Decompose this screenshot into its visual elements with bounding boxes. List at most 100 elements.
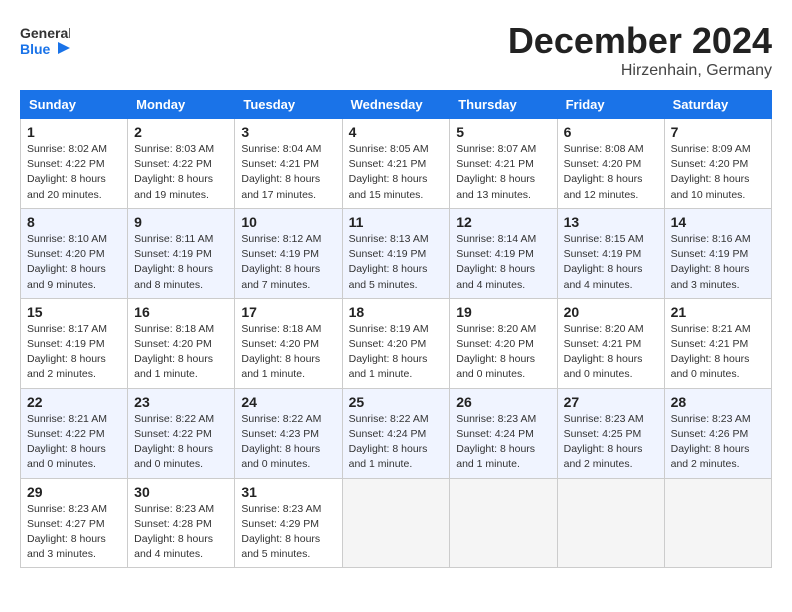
weekday-header-friday: Friday (557, 91, 664, 119)
day-number: 20 (564, 304, 658, 320)
logo: General Blue (20, 20, 70, 65)
day-number: 13 (564, 214, 658, 230)
calendar-cell: 20 Sunrise: 8:20 AM Sunset: 4:21 PM Dayli… (557, 298, 664, 388)
calendar-cell: 9 Sunrise: 8:11 AM Sunset: 4:19 PM Daylig… (128, 208, 235, 298)
day-number: 19 (456, 304, 550, 320)
svg-text:Blue: Blue (20, 41, 51, 57)
weekday-header-wednesday: Wednesday (342, 91, 450, 119)
day-info: Sunrise: 8:23 AM Sunset: 4:25 PM Dayligh… (564, 412, 658, 473)
day-number: 18 (349, 304, 444, 320)
calendar-cell: 19Sunrise: 8:20 AM Sunset: 4:20 PM Dayli… (450, 298, 557, 388)
day-info: Sunrise: 8:21 AM Sunset: 4:21 PM Dayligh… (671, 322, 765, 383)
day-number: 31 (241, 484, 335, 500)
calendar-cell: 23 Sunrise: 8:22 AM Sunset: 4:22 PM Dayli… (128, 388, 235, 478)
calendar-cell: 18 Sunrise: 8:19 AM Sunset: 4:20 PM Dayli… (342, 298, 450, 388)
logo-icon: General Blue (20, 20, 70, 60)
title-block: December 2024 Hirzenhain, Germany (508, 20, 772, 80)
day-number: 28 (671, 394, 765, 410)
calendar-cell: 27 Sunrise: 8:23 AM Sunset: 4:25 PM Dayli… (557, 388, 664, 478)
weekday-header-tuesday: Tuesday (235, 91, 342, 119)
calendar-cell: 21 Sunrise: 8:21 AM Sunset: 4:21 PM Dayli… (664, 298, 771, 388)
day-info: Sunrise: 8:12 AM Sunset: 4:19 PM Dayligh… (241, 232, 335, 293)
day-number: 12 (456, 214, 550, 230)
calendar-cell: 16Sunrise: 8:18 AM Sunset: 4:20 PM Dayli… (128, 298, 235, 388)
svg-text:General: General (20, 25, 70, 41)
day-info: Sunrise: 8:10 AM Sunset: 4:20 PM Dayligh… (27, 232, 121, 293)
calendar-cell: 31 Sunrise: 8:23 AM Sunset: 4:29 PM Dayli… (235, 478, 342, 568)
calendar-cell: 10 Sunrise: 8:12 AM Sunset: 4:19 PM Dayli… (235, 208, 342, 298)
calendar-cell: 17Sunrise: 8:18 AM Sunset: 4:20 PM Dayli… (235, 298, 342, 388)
day-number: 10 (241, 214, 335, 230)
day-number: 16 (134, 304, 228, 320)
day-info: Sunrise: 8:05 AM Sunset: 4:21 PM Dayligh… (349, 142, 444, 203)
day-number: 26 (456, 394, 550, 410)
day-number: 1 (27, 124, 121, 140)
day-info: Sunrise: 8:20 AM Sunset: 4:21 PM Dayligh… (564, 322, 658, 383)
calendar-cell (557, 478, 664, 568)
calendar-cell: 1 Sunrise: 8:02 AM Sunset: 4:22 PM Daylig… (21, 119, 128, 209)
day-number: 5 (456, 124, 550, 140)
calendar-cell: 5 Sunrise: 8:07 AM Sunset: 4:21 PM Daylig… (450, 119, 557, 209)
day-info: Sunrise: 8:19 AM Sunset: 4:20 PM Dayligh… (349, 322, 444, 383)
day-info: Sunrise: 8:23 AM Sunset: 4:28 PM Dayligh… (134, 502, 228, 563)
day-number: 8 (27, 214, 121, 230)
calendar-cell: 24Sunrise: 8:22 AM Sunset: 4:23 PM Dayli… (235, 388, 342, 478)
page-header: General Blue December 2024 Hirzenhain, G… (20, 20, 772, 80)
day-info: Sunrise: 8:11 AM Sunset: 4:19 PM Dayligh… (134, 232, 228, 293)
day-number: 3 (241, 124, 335, 140)
day-number: 7 (671, 124, 765, 140)
weekday-header-monday: Monday (128, 91, 235, 119)
day-info: Sunrise: 8:23 AM Sunset: 4:29 PM Dayligh… (241, 502, 335, 563)
calendar-week-row: 1 Sunrise: 8:02 AM Sunset: 4:22 PM Daylig… (21, 119, 772, 209)
calendar-cell: 29 Sunrise: 8:23 AM Sunset: 4:27 PM Dayli… (21, 478, 128, 568)
day-info: Sunrise: 8:22 AM Sunset: 4:24 PM Dayligh… (349, 412, 444, 473)
weekday-header-row: SundayMondayTuesdayWednesdayThursdayFrid… (21, 91, 772, 119)
calendar-cell: 14Sunrise: 8:16 AM Sunset: 4:19 PM Dayli… (664, 208, 771, 298)
day-number: 23 (134, 394, 228, 410)
day-info: Sunrise: 8:14 AM Sunset: 4:19 PM Dayligh… (456, 232, 550, 293)
day-number: 30 (134, 484, 228, 500)
weekday-header-sunday: Sunday (21, 91, 128, 119)
calendar-cell: 2Sunrise: 8:03 AM Sunset: 4:22 PM Daylig… (128, 119, 235, 209)
day-number: 24 (241, 394, 335, 410)
calendar-cell: 3 Sunrise: 8:04 AM Sunset: 4:21 PM Daylig… (235, 119, 342, 209)
weekday-header-saturday: Saturday (664, 91, 771, 119)
calendar-cell: 11Sunrise: 8:13 AM Sunset: 4:19 PM Dayli… (342, 208, 450, 298)
day-info: Sunrise: 8:02 AM Sunset: 4:22 PM Dayligh… (27, 142, 121, 203)
day-number: 21 (671, 304, 765, 320)
day-number: 17 (241, 304, 335, 320)
calendar-cell: 15 Sunrise: 8:17 AM Sunset: 4:19 PM Dayli… (21, 298, 128, 388)
calendar-cell: 22 Sunrise: 8:21 AM Sunset: 4:22 PM Dayli… (21, 388, 128, 478)
calendar-cell: 6 Sunrise: 8:08 AM Sunset: 4:20 PM Daylig… (557, 119, 664, 209)
day-number: 6 (564, 124, 658, 140)
day-info: Sunrise: 8:17 AM Sunset: 4:19 PM Dayligh… (27, 322, 121, 383)
day-number: 27 (564, 394, 658, 410)
day-info: Sunrise: 8:23 AM Sunset: 4:27 PM Dayligh… (27, 502, 121, 563)
day-number: 22 (27, 394, 121, 410)
day-number: 15 (27, 304, 121, 320)
location-label: Hirzenhain, Germany (508, 62, 772, 80)
calendar-cell: 28 Sunrise: 8:23 AM Sunset: 4:26 PM Dayli… (664, 388, 771, 478)
calendar-week-row: 15 Sunrise: 8:17 AM Sunset: 4:19 PM Dayli… (21, 298, 772, 388)
calendar-cell: 30 Sunrise: 8:23 AM Sunset: 4:28 PM Dayli… (128, 478, 235, 568)
day-info: Sunrise: 8:13 AM Sunset: 4:19 PM Dayligh… (349, 232, 444, 293)
day-number: 2 (134, 124, 228, 140)
calendar-cell: 4 Sunrise: 8:05 AM Sunset: 4:21 PM Daylig… (342, 119, 450, 209)
day-number: 9 (134, 214, 228, 230)
day-number: 4 (349, 124, 444, 140)
day-info: Sunrise: 8:08 AM Sunset: 4:20 PM Dayligh… (564, 142, 658, 203)
day-info: Sunrise: 8:22 AM Sunset: 4:22 PM Dayligh… (134, 412, 228, 473)
calendar-week-row: 8 Sunrise: 8:10 AM Sunset: 4:20 PM Daylig… (21, 208, 772, 298)
day-info: Sunrise: 8:04 AM Sunset: 4:21 PM Dayligh… (241, 142, 335, 203)
calendar-table: SundayMondayTuesdayWednesdayThursdayFrid… (20, 90, 772, 568)
day-info: Sunrise: 8:21 AM Sunset: 4:22 PM Dayligh… (27, 412, 121, 473)
calendar-cell: 26Sunrise: 8:23 AM Sunset: 4:24 PM Dayli… (450, 388, 557, 478)
day-info: Sunrise: 8:23 AM Sunset: 4:26 PM Dayligh… (671, 412, 765, 473)
day-number: 29 (27, 484, 121, 500)
day-info: Sunrise: 8:07 AM Sunset: 4:21 PM Dayligh… (456, 142, 550, 203)
calendar-cell (342, 478, 450, 568)
month-title: December 2024 (508, 20, 772, 62)
day-info: Sunrise: 8:15 AM Sunset: 4:19 PM Dayligh… (564, 232, 658, 293)
calendar-cell (664, 478, 771, 568)
day-info: Sunrise: 8:09 AM Sunset: 4:20 PM Dayligh… (671, 142, 765, 203)
